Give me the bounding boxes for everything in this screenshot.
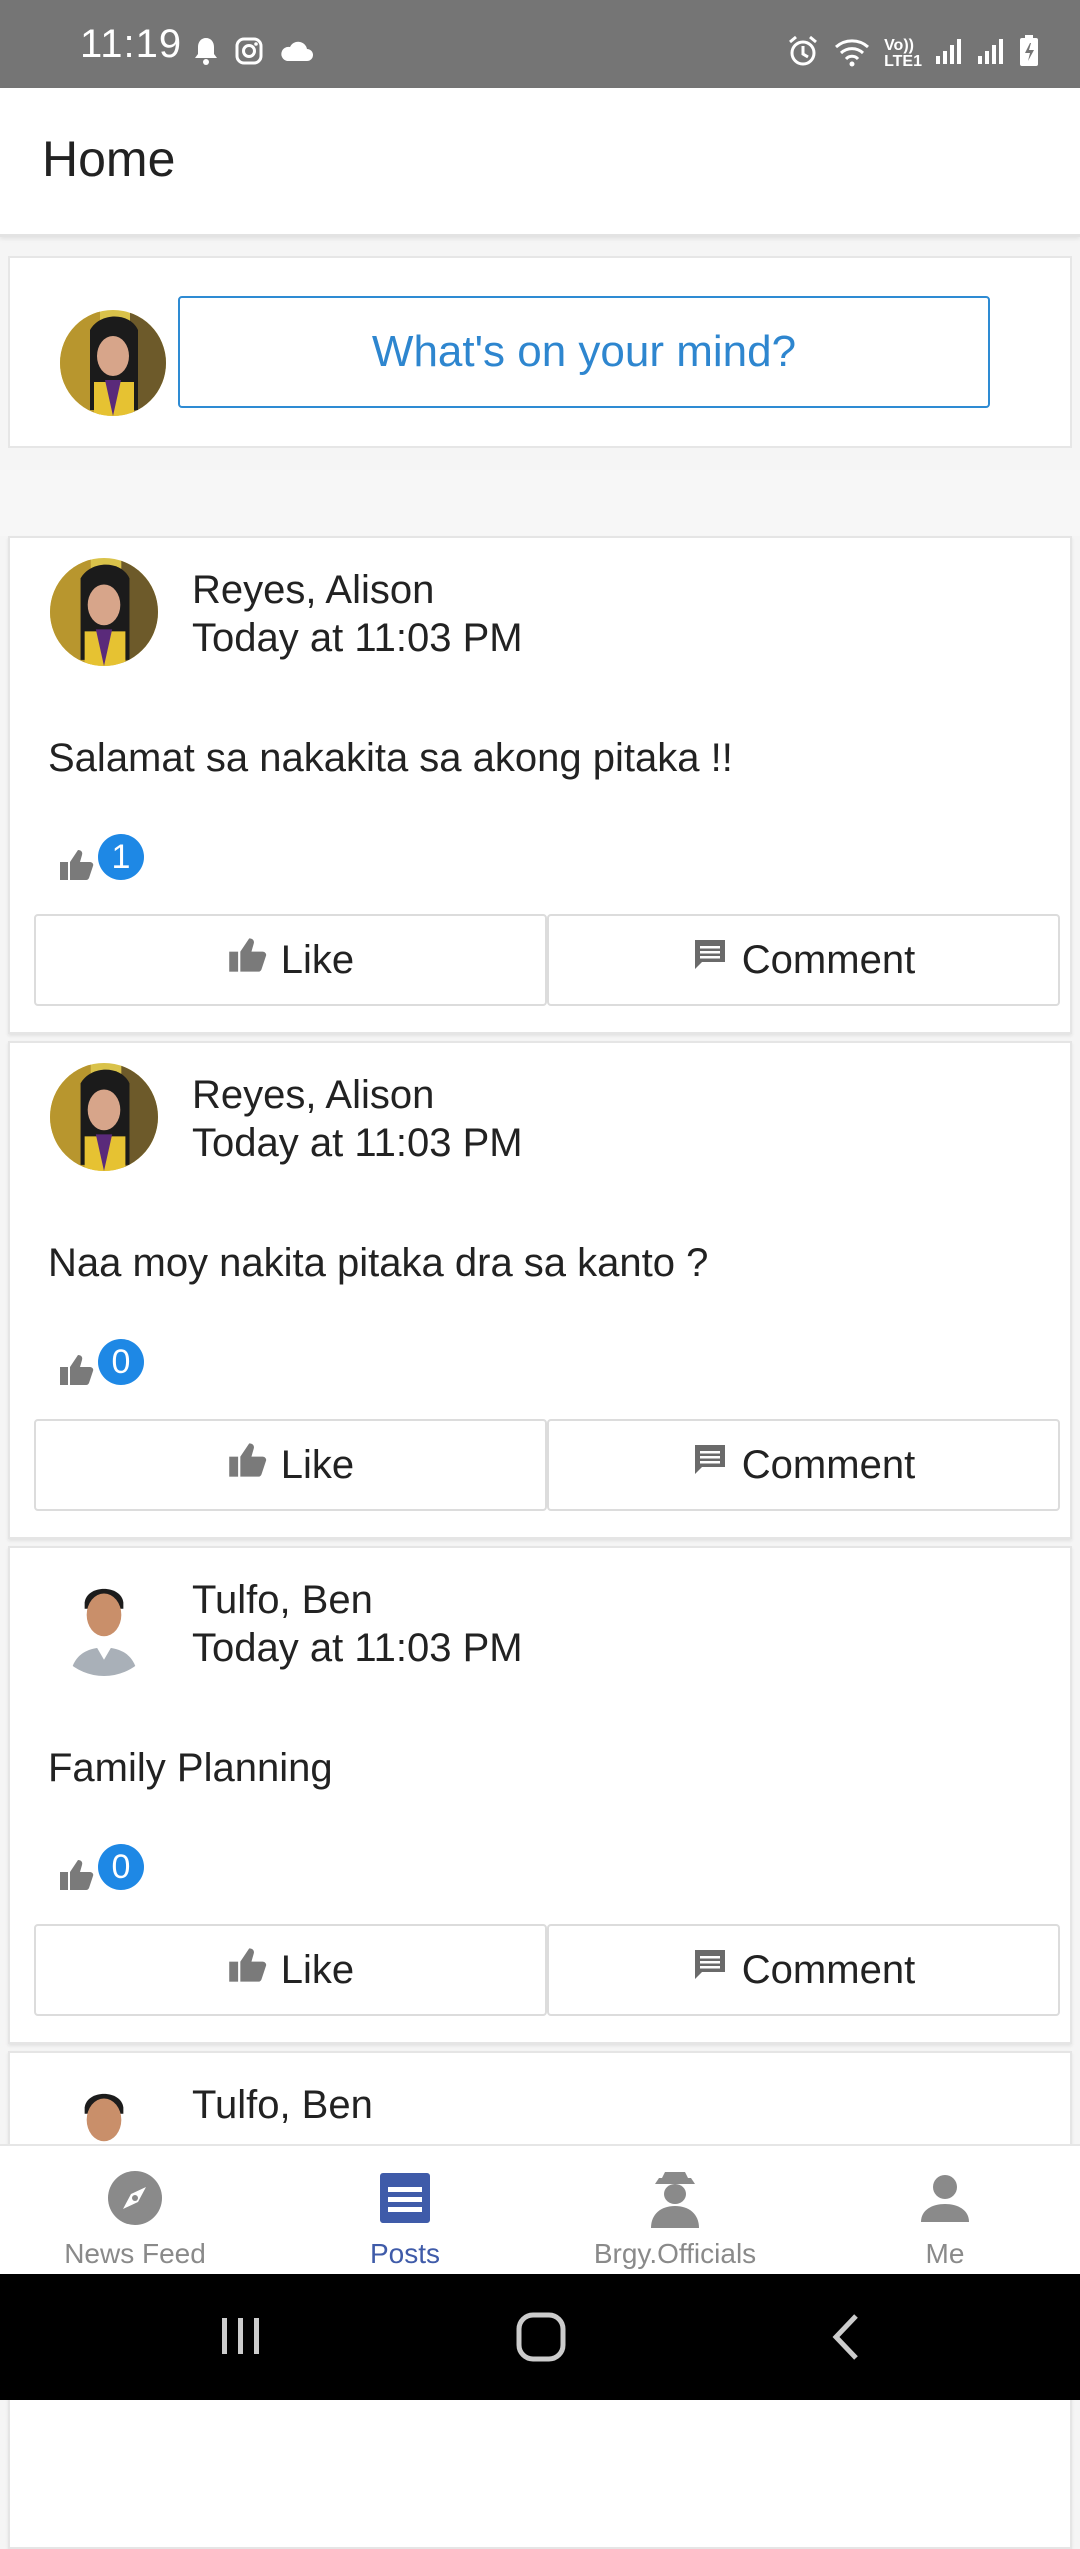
- post-card: Reyes, Alison Today at 11:03 PM Naa moy …: [8, 1041, 1072, 1539]
- post-card: Reyes, Alison Today at 11:03 PM Salamat …: [8, 536, 1072, 1034]
- bell-icon: [192, 36, 220, 71]
- post-author[interactable]: Tulfo, Ben: [192, 2083, 373, 2128]
- comment-button[interactable]: Comment: [547, 1419, 1060, 1511]
- nav-label: Brgy.Officials: [593, 2238, 757, 2269]
- post-body: Family Planning: [48, 1746, 333, 1790]
- avatar[interactable]: [50, 1063, 158, 1171]
- bottom-nav: News Feed Posts Brgy.Officials Me: [0, 2144, 1080, 2276]
- home-icon[interactable]: [514, 2310, 568, 2369]
- like-count-badge: 0: [98, 1339, 144, 1385]
- feed-spacer: [0, 470, 1080, 536]
- comment-label: Comment: [741, 1947, 916, 1992]
- avatar: [60, 310, 166, 416]
- lte-indicator: Vo)) LTE1: [884, 36, 922, 70]
- thumbs-up-icon: [227, 1946, 267, 1994]
- cloud-icon: [278, 39, 314, 68]
- like-summary[interactable]: 1: [58, 834, 158, 890]
- nav-label: Me: [925, 2238, 965, 2269]
- whats-on-your-mind-input[interactable]: What's on your mind?: [178, 296, 990, 408]
- posts-icon: [378, 2168, 432, 2228]
- post-actions: Like Comment: [34, 914, 1060, 1006]
- post-actions: Like Comment: [34, 1924, 1060, 2016]
- instagram-icon: [234, 36, 264, 71]
- app-bar: Home: [0, 88, 1080, 237]
- avatar[interactable]: [50, 1568, 158, 1676]
- post-body: Salamat sa nakakita sa akong pitaka !!: [48, 736, 733, 780]
- nav-item-brgy-officials[interactable]: Brgy.Officials: [540, 2146, 810, 2276]
- like-label: Like: [280, 937, 355, 982]
- post-timestamp: Today at 11:03 PM: [192, 1626, 523, 1670]
- like-count-badge: 1: [98, 834, 144, 880]
- thumbs-up-icon: [58, 1858, 94, 1897]
- thumbs-up-icon: [58, 1353, 94, 1392]
- thumbs-up-icon: [58, 848, 94, 887]
- like-label: Like: [280, 1442, 355, 1487]
- lte-label: LTE1: [884, 52, 922, 70]
- comment-icon: [692, 1947, 728, 1993]
- post-actions: Like Comment: [34, 1419, 1060, 1511]
- avatar[interactable]: [50, 558, 158, 666]
- signal-icon-2: [976, 36, 1006, 71]
- official-icon: [647, 2168, 703, 2228]
- like-button[interactable]: Like: [34, 914, 547, 1006]
- back-icon[interactable]: [826, 2310, 866, 2369]
- comment-button[interactable]: Comment: [547, 914, 1060, 1006]
- system-nav-bar: [0, 2274, 1080, 2400]
- page-title: Home: [42, 131, 176, 187]
- post-timestamp: Today at 11:03 PM: [192, 1121, 523, 1165]
- signal-icon: [934, 36, 964, 71]
- post-body: Naa moy nakita pitaka dra sa kanto ?: [48, 1241, 709, 1285]
- compass-icon: [106, 2168, 164, 2228]
- person-icon: [919, 2168, 971, 2228]
- nav-item-posts[interactable]: Posts: [270, 2146, 540, 2276]
- nav-label: Posts: [369, 2238, 441, 2269]
- nav-item-news-feed[interactable]: News Feed: [0, 2146, 270, 2276]
- post-author[interactable]: Reyes, Alison: [192, 568, 434, 613]
- volte-label: Vo)): [884, 36, 914, 54]
- status-bar: 11:19 Vo)) LTE1: [0, 0, 1080, 88]
- thumbs-up-icon: [227, 936, 267, 984]
- alarm-icon: [786, 34, 820, 73]
- recent-apps-icon[interactable]: [216, 2310, 266, 2365]
- post-timestamp: Today at 11:03 PM: [192, 616, 523, 660]
- like-button[interactable]: Like: [34, 1419, 547, 1511]
- comment-label: Comment: [741, 937, 916, 982]
- post-author[interactable]: Tulfo, Ben: [192, 1578, 373, 1623]
- comment-icon: [692, 1442, 728, 1488]
- like-button[interactable]: Like: [34, 1924, 547, 2016]
- wifi-icon: [832, 35, 872, 72]
- like-label: Like: [280, 1947, 355, 1992]
- nav-item-me[interactable]: Me: [810, 2146, 1080, 2276]
- battery-icon: [1018, 34, 1040, 73]
- post-card: Tulfo, Ben Today at 11:03 PM Family Plan…: [8, 1546, 1072, 2044]
- post-author[interactable]: Reyes, Alison: [192, 1073, 434, 1118]
- nav-label: News Feed: [64, 2238, 206, 2269]
- like-count-badge: 0: [98, 1844, 144, 1890]
- like-summary[interactable]: 0: [58, 1339, 158, 1395]
- like-summary[interactable]: 0: [58, 1844, 158, 1900]
- thumbs-up-icon: [227, 1441, 267, 1489]
- status-time: 11:19: [80, 22, 183, 66]
- comment-button[interactable]: Comment: [547, 1924, 1060, 2016]
- comment-label: Comment: [741, 1442, 916, 1487]
- comment-icon: [692, 937, 728, 983]
- post-composer: What's on your mind?: [8, 256, 1072, 448]
